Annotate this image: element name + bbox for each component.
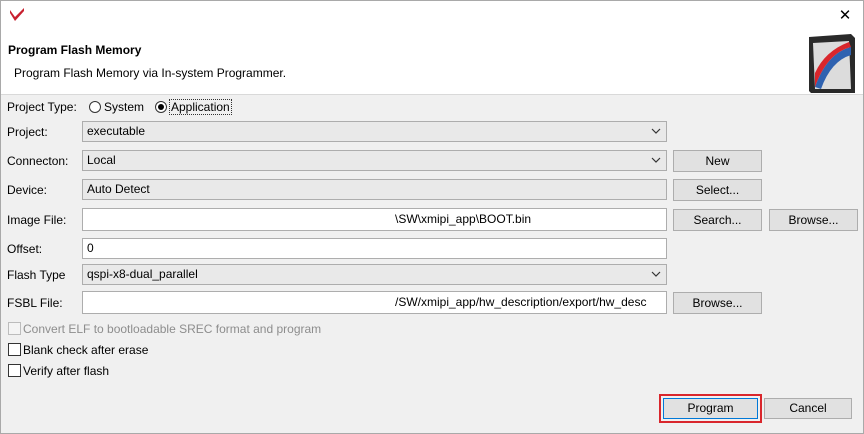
- convert-elf-checkbox: [8, 322, 21, 335]
- project-select[interactable]: executable: [82, 121, 667, 142]
- project-type-label: Project Type:: [7, 100, 77, 114]
- device-value: Auto Detect: [87, 182, 150, 196]
- radio-application-label: Application: [169, 99, 232, 115]
- close-icon[interactable]: ✕: [835, 5, 855, 25]
- chevron-down-icon: [651, 157, 661, 163]
- verify-label: Verify after flash: [23, 364, 110, 378]
- offset-label: Offset:: [7, 242, 43, 256]
- flash-type-select[interactable]: qspi-x8-dual_parallel: [82, 264, 667, 285]
- new-connection-button[interactable]: New: [673, 150, 762, 172]
- program-flash-dialog: ✕ Program Flash Memory Program Flash Mem…: [0, 0, 864, 434]
- device-field: Auto Detect: [82, 179, 667, 200]
- image-file-label: Image File:: [7, 213, 67, 227]
- offset-value: 0: [87, 241, 94, 255]
- radio-system[interactable]: [89, 101, 101, 113]
- browse-image-button[interactable]: Browse...: [769, 209, 858, 231]
- program-button[interactable]: Program: [663, 398, 758, 419]
- blank-check-label: Blank check after erase: [23, 343, 149, 357]
- verify-checkbox[interactable]: [8, 364, 21, 377]
- connection-value: Local: [87, 153, 116, 167]
- cancel-button[interactable]: Cancel: [764, 398, 852, 419]
- flash-type-value: qspi-x8-dual_parallel: [87, 267, 198, 281]
- fsbl-file-label: FSBL File:: [7, 296, 63, 310]
- image-file-value: \SW\xmipi_app\BOOT.bin: [395, 212, 532, 226]
- offset-input[interactable]: 0: [82, 238, 667, 259]
- chevron-down-icon: [651, 271, 661, 277]
- chevron-down-icon: [651, 128, 661, 134]
- convert-elf-label: Convert ELF to bootloadable SREC format …: [23, 322, 322, 336]
- header-subtitle: Program Flash Memory via In-system Progr…: [14, 66, 287, 80]
- connection-select[interactable]: Local: [82, 150, 667, 171]
- title-bar: ✕: [1, 1, 863, 31]
- radio-system-label: System: [104, 100, 145, 114]
- header-title: Program Flash Memory: [8, 43, 142, 57]
- flash-type-label: Flash Type: [7, 268, 66, 282]
- search-image-button[interactable]: Search...: [673, 209, 762, 231]
- connection-label: Connecton:: [7, 154, 69, 168]
- dialog-header: Program Flash Memory Program Flash Memor…: [1, 31, 863, 95]
- fsbl-file-input[interactable]: /SW/xmipi_app/hw_description/export/hw_d…: [82, 291, 667, 314]
- radio-application[interactable]: [155, 101, 167, 113]
- blank-check-checkbox[interactable]: [8, 343, 21, 356]
- vitis-app-icon: [10, 8, 24, 21]
- browse-fsbl-button[interactable]: Browse...: [673, 292, 762, 314]
- fsbl-file-value: /SW/xmipi_app/hw_description/export/hw_d…: [395, 295, 647, 309]
- flash-memory-logo-icon: [809, 34, 855, 93]
- device-label: Device:: [7, 183, 48, 197]
- project-label: Project:: [7, 125, 48, 139]
- select-device-button[interactable]: Select...: [673, 179, 762, 201]
- project-value: executable: [87, 124, 146, 138]
- image-file-input[interactable]: \SW\xmipi_app\BOOT.bin: [82, 208, 667, 231]
